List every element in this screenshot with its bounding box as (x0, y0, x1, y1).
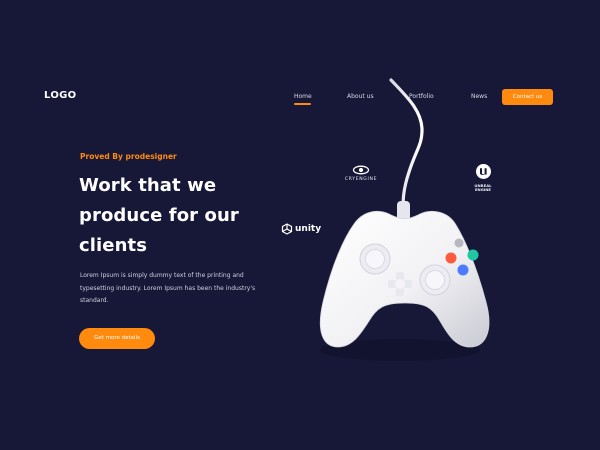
game-controller-icon (319, 78, 490, 361)
headline-line-1: Work that we (79, 175, 217, 196)
get-more-details-button[interactable]: Get more details (79, 328, 155, 349)
game-controller-illustration (305, 75, 505, 375)
hero-headline: Work that we produce for our clients (79, 171, 279, 261)
hero-eyebrow: Proved By prodesigner (80, 152, 177, 161)
headline-line-3: clients (79, 235, 148, 256)
description-line-3: standard. (80, 297, 109, 304)
headline-line-2: produce for our (79, 205, 239, 226)
unity-logo-icon (281, 223, 293, 235)
description-line-1: Lorem Ipsum is simply dummy text of the … (80, 272, 244, 279)
landing-page: LOGO Home About us Portfolio News Contac… (0, 0, 600, 450)
description-line-2: typesetting industry. Lorem Ipsum has be… (80, 284, 256, 292)
hero-description: Lorem Ipsum is simply dummy text of the … (80, 270, 270, 308)
contact-button[interactable]: Contact us (502, 89, 553, 105)
